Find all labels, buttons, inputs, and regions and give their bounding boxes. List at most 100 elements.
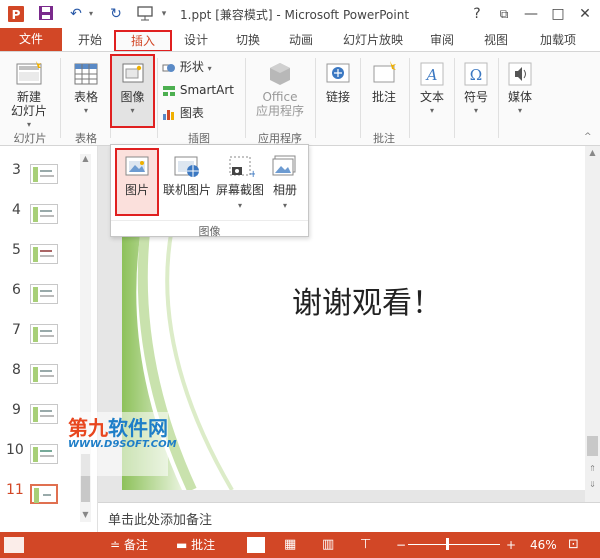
notes-pane[interactable]: 单击此处添加备注 xyxy=(98,502,600,532)
tab-design[interactable]: 设计 xyxy=(178,31,214,51)
redo-icon[interactable]: ↻ xyxy=(106,5,126,23)
undo-icon[interactable]: ↶ xyxy=(66,5,86,23)
tab-home[interactable]: 开始 xyxy=(72,31,108,51)
notes-icon: ≐ xyxy=(110,538,121,552)
tab-insert[interactable]: 插入 xyxy=(114,30,172,52)
group-label-tables: 表格 xyxy=(75,132,97,145)
svg-text:A: A xyxy=(425,66,438,84)
spelling-icon[interactable] xyxy=(4,537,24,553)
online-pictures-button[interactable]: 联机图片 xyxy=(161,149,213,198)
slide-title[interactable]: 谢谢观看！ xyxy=(292,278,442,322)
zoom-in-button[interactable]: + xyxy=(506,537,516,553)
group-label-slides: 幻灯片 xyxy=(13,132,47,145)
chevron-down-icon: ▾ xyxy=(207,64,212,73)
tab-file[interactable]: 文件 xyxy=(0,28,62,51)
svg-text:+: + xyxy=(249,169,255,180)
smartart-button[interactable]: SmartArt xyxy=(162,83,234,97)
tab-view[interactable]: 视图 xyxy=(478,31,514,51)
slide-number: 8 xyxy=(12,362,21,378)
chevron-down-icon: ▾ xyxy=(473,106,478,115)
chevron-down-icon: ▾ xyxy=(83,106,88,115)
link-button[interactable]: 链接 xyxy=(320,60,356,104)
slide-thumbnail[interactable] xyxy=(30,204,58,224)
office-apps-label-line1: Office xyxy=(262,90,298,104)
comments-toggle-button[interactable]: ▬ 批注 xyxy=(176,537,215,553)
tab-animations[interactable]: 动画 xyxy=(283,31,319,51)
zoom-slider-thumb[interactable] xyxy=(446,538,449,550)
slide-number: 9 xyxy=(12,402,21,418)
text-icon: A xyxy=(420,62,444,86)
slide-thumbnail[interactable] xyxy=(30,444,58,464)
zoom-slider[interactable] xyxy=(408,544,500,545)
undo-dropdown-icon[interactable]: ▾ xyxy=(86,5,96,23)
screenshot-label: 屏幕截图 xyxy=(215,183,264,197)
slide-thumbnail[interactable] xyxy=(30,284,58,304)
comment-button[interactable]: 批注 xyxy=(364,60,404,104)
slide-thumbnail[interactable] xyxy=(30,324,58,344)
tab-review[interactable]: 审阅 xyxy=(424,31,460,51)
group-divider xyxy=(245,58,246,138)
office-apps-button[interactable]: Office 应用程序 xyxy=(250,60,310,118)
slideshow-view-icon[interactable]: ⊤ xyxy=(360,537,371,553)
table-button[interactable]: 表格 ▾ xyxy=(66,60,106,118)
normal-view-icon[interactable] xyxy=(247,537,265,553)
fit-to-window-icon[interactable]: ⊡ xyxy=(568,537,579,553)
next-slide-icon[interactable]: ⇓ xyxy=(585,480,600,489)
chevron-down-icon: ▾ xyxy=(282,201,287,210)
shapes-button[interactable]: 形状 ▾ xyxy=(162,60,222,76)
tab-transitions[interactable]: 切换 xyxy=(230,31,266,51)
start-slideshow-icon[interactable] xyxy=(134,5,156,23)
comment-icon xyxy=(373,61,396,83)
slide-thumbnail-selected[interactable] xyxy=(30,484,58,504)
help-button[interactable]: ? xyxy=(466,4,488,24)
collapse-ribbon-icon[interactable]: ^ xyxy=(584,132,592,142)
group-divider xyxy=(157,58,158,138)
slide-number: 7 xyxy=(12,322,21,338)
zoom-level[interactable]: 46% xyxy=(530,537,557,553)
save-icon[interactable] xyxy=(36,5,56,23)
images-button[interactable]: 图像 ▾ xyxy=(110,54,155,128)
slide-thumbnail[interactable] xyxy=(30,244,58,264)
office-apps-label-line2: 应用程序 xyxy=(255,104,304,118)
slide-vertical-scrollbar[interactable]: ▲ ⇑ ⇓ xyxy=(585,146,600,502)
office-apps-icon xyxy=(270,63,290,85)
media-button[interactable]: 媒体 ▾ xyxy=(502,60,538,118)
close-button[interactable]: ✕ xyxy=(574,4,596,24)
screenshot-button[interactable]: + 屏幕截图 ▾ xyxy=(215,149,265,213)
group-divider xyxy=(315,58,316,138)
minimize-button[interactable]: — xyxy=(520,4,542,24)
insert-picture-button[interactable]: 图片 xyxy=(115,148,159,216)
notes-toggle-button[interactable]: ≐ 备注 xyxy=(110,537,148,553)
zoom-out-button[interactable]: − xyxy=(396,537,406,553)
slide-thumbnail[interactable] xyxy=(30,364,58,384)
scrollbar-thumb[interactable] xyxy=(587,436,598,456)
title-bar: P ↶ ▾ ↻ ▾ 1.ppt [兼容模式] - Microsoft Power… xyxy=(0,0,600,28)
notes-toggle-label: 备注 xyxy=(123,538,148,552)
symbol-button[interactable]: Ω 符号 ▾ xyxy=(458,60,494,118)
media-label: 媒体 xyxy=(507,90,532,104)
shapes-label: 形状 xyxy=(179,60,204,74)
previous-slide-icon[interactable]: ⇑ xyxy=(585,464,600,473)
image-label: 图像 xyxy=(120,90,145,104)
reading-view-icon[interactable]: ▥ xyxy=(322,537,334,553)
group-divider xyxy=(409,58,410,138)
group-divider xyxy=(498,58,499,138)
slide-thumbnail[interactable] xyxy=(30,404,58,424)
maximize-button[interactable]: □ xyxy=(547,4,569,24)
tab-addins[interactable]: 加载项 xyxy=(530,31,586,51)
slide-thumbnail[interactable] xyxy=(30,164,58,184)
comment-icon: ▬ xyxy=(176,538,188,552)
photo-album-label: 相册 xyxy=(272,183,297,197)
chart-button[interactable]: 图表 xyxy=(162,106,222,120)
customize-quick-access-icon[interactable]: ▾ xyxy=(158,5,170,23)
table-icon xyxy=(74,63,98,85)
new-slide-label: 新建 幻灯片 xyxy=(10,90,47,118)
photo-album-button[interactable]: 相册 ▾ xyxy=(265,149,305,213)
new-slide-button[interactable]: 新建 幻灯片 ▾ xyxy=(6,60,52,132)
text-button[interactable]: A 文本 ▾ xyxy=(414,60,450,118)
tab-slideshow[interactable]: 幻灯片放映 xyxy=(337,31,409,51)
online-pictures-label: 联机图片 xyxy=(162,183,211,197)
table-label: 表格 xyxy=(73,90,98,104)
ribbon-display-button[interactable]: ⧉ xyxy=(493,4,515,24)
slide-sorter-icon[interactable]: ▦ xyxy=(284,537,296,553)
